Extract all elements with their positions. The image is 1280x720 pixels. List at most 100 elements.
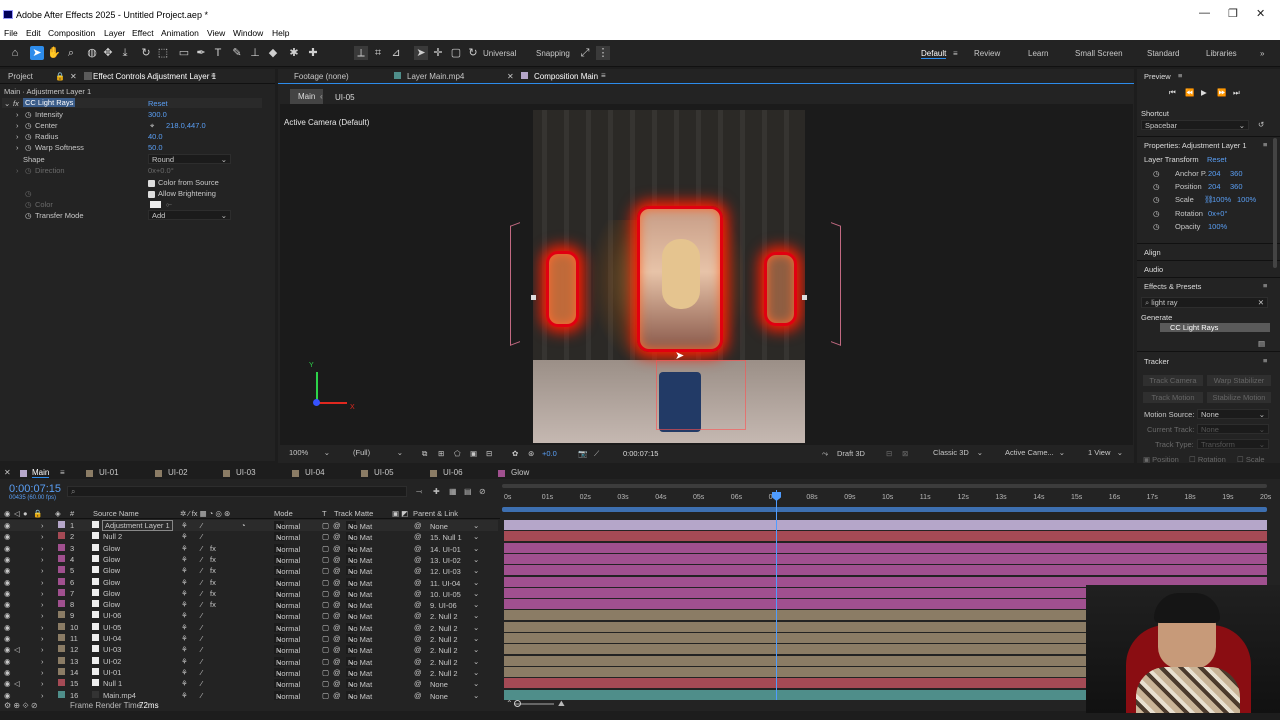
pen-tool-icon[interactable]: ✒: [194, 46, 208, 60]
track-matte-dropdown[interactable]: No Mat ⌄: [346, 667, 372, 678]
view-layout-dropdown[interactable]: 1 View ⌄: [1085, 448, 1125, 459]
parent-pickwhip-icon[interactable]: @: [414, 657, 422, 666]
motion-blur-icon[interactable]: ⊘: [479, 487, 486, 496]
ui-card-right[interactable]: [764, 252, 797, 326]
scale-y-value[interactable]: 100%: [1237, 195, 1256, 204]
layer-name[interactable]: Glow: [103, 544, 120, 553]
layer-row[interactable]: ◉ › 4 Glow ⚘ ⁄ fx Normal ⌄ ▢ @ No Mat ⌄ @13. UI-02 ⌄: [0, 554, 498, 565]
panel-menu-icon[interactable]: ≡: [601, 71, 606, 80]
track-matte-dropdown[interactable]: No Mat ⌄: [346, 679, 372, 689]
workspace-default[interactable]: Default: [921, 49, 947, 59]
close-tab-icon[interactable]: ✕: [70, 72, 77, 81]
visibility-eye-icon[interactable]: ◉: [4, 679, 11, 688]
dolly-tool-icon[interactable]: ⤓: [118, 46, 132, 60]
blend-mode-dropdown[interactable]: Normal ⌄: [274, 532, 300, 542]
shy-switch-icon[interactable]: ⚘: [181, 521, 188, 530]
layer-row[interactable]: ◉ › 1 Adjustment Layer 1 ⚘ ⁄ ◔ Normal ⌄ ▢ @ No Mat…: [0, 520, 498, 531]
stopwatch-icon[interactable]: ◷: [1153, 169, 1160, 178]
rotation-tool-icon[interactable]: ↻: [139, 46, 153, 60]
layer-duration-bar[interactable]: [504, 565, 1267, 576]
visibility-eye-icon[interactable]: ◉: [4, 691, 11, 700]
stopwatch-icon[interactable]: ◷: [1153, 182, 1160, 191]
blend-mode-dropdown[interactable]: Normal ⌄: [274, 566, 300, 576]
scale-icon[interactable]: ▢: [449, 46, 463, 60]
layer-name[interactable]: Adjustment Layer 1: [102, 520, 173, 531]
label-color-swatch[interactable]: [58, 611, 65, 619]
layer-name[interactable]: Glow: [103, 600, 120, 609]
parent-dropdown-chevron-icon[interactable]: ⌄: [473, 611, 479, 620]
stopwatch-icon[interactable]: ◷: [25, 200, 32, 209]
menu-composition[interactable]: Composition: [48, 28, 95, 38]
shy-switch-icon[interactable]: ⚘: [181, 532, 188, 541]
blend-mode-dropdown[interactable]: Normal ⌄: [274, 543, 300, 554]
expand-layer-icon[interactable]: ›: [41, 532, 44, 541]
preserve-transparency-box[interactable]: ▢: [322, 645, 329, 654]
center-value[interactable]: 218.0,447.0: [166, 121, 206, 130]
shy-switch-icon[interactable]: ⚘: [181, 544, 188, 553]
parent-dropdown-chevron-icon[interactable]: ⌄: [473, 566, 479, 575]
stabilize-motion-button[interactable]: Stabilize Motion: [1207, 392, 1271, 403]
breadcrumb-main[interactable]: Main: [290, 89, 324, 104]
effect-switch-icon[interactable]: fx: [210, 566, 216, 575]
local-axis-icon[interactable]: ⊿: [389, 46, 403, 60]
panel-menu-icon[interactable]: ≡: [1263, 140, 1267, 149]
draft-3d-icon[interactable]: ⤳: [822, 449, 828, 459]
quality-switch-icon[interactable]: ⁄: [201, 679, 202, 688]
ui-card-left[interactable]: [546, 251, 579, 327]
universal-label[interactable]: Universal: [483, 49, 516, 58]
track-matte-dropdown[interactable]: No Mat ⌄: [346, 588, 372, 599]
parent-dropdown-chevron-icon[interactable]: ⌄: [473, 544, 479, 553]
track-matte-dropdown[interactable]: No Mat ⌄: [346, 611, 372, 621]
x-axis-gizmo[interactable]: [317, 402, 347, 404]
label-color-swatch[interactable]: [58, 588, 65, 596]
move-icon[interactable]: ✛: [431, 46, 445, 60]
expand-layer-icon[interactable]: ›: [41, 657, 44, 666]
layer-row[interactable]: ◉ › 8 Glow ⚘ ⁄ fx Normal ⌄ ▢ @ No Mat ⌄ @9. UI-06 ⌄: [0, 599, 498, 610]
track-matte-dropdown[interactable]: No Mat ⌄: [346, 554, 372, 565]
expand-effect-icon[interactable]: ⌄: [4, 99, 10, 108]
expand-radius-icon[interactable]: ›: [16, 132, 19, 141]
parent-pickwhip-icon[interactable]: @: [414, 532, 422, 541]
workspace-menu-icon[interactable]: ≡: [953, 49, 958, 58]
quality-switch-icon[interactable]: ⁄: [201, 544, 202, 553]
draft-3d-label[interactable]: Draft 3D: [837, 449, 865, 458]
play-icon[interactable]: ▶: [1201, 88, 1207, 97]
next-frame-icon[interactable]: ⏩: [1217, 88, 1226, 97]
renderer-dropdown[interactable]: Classic 3D ⌄: [930, 448, 985, 459]
pan-behind-tool-icon[interactable]: ⬚: [156, 46, 170, 60]
parent-pickwhip-icon[interactable]: @: [414, 691, 422, 700]
close-tab-icon[interactable]: ✕: [4, 468, 11, 477]
tab-footage[interactable]: Footage (none): [294, 72, 349, 81]
track-camera-button[interactable]: Track Camera: [1143, 375, 1203, 386]
matte-pickwhip-icon[interactable]: @: [333, 555, 341, 564]
stopwatch-icon[interactable]: ◷: [25, 132, 32, 141]
shy-switch-icon[interactable]: ⚘: [181, 657, 188, 666]
shy-switch-icon[interactable]: ⚘: [181, 566, 188, 575]
rotate-icon[interactable]: ↻: [466, 46, 480, 60]
visibility-eye-icon[interactable]: ◉: [4, 600, 11, 609]
rectangle-tool-icon[interactable]: ▭: [177, 46, 191, 60]
expand-layer-icon[interactable]: ›: [41, 589, 44, 598]
quality-switch-icon[interactable]: ⁄: [201, 600, 202, 609]
menu-layer[interactable]: Layer: [104, 28, 125, 38]
blend-mode-dropdown[interactable]: Normal ⌄: [274, 577, 300, 588]
preserve-transparency-box[interactable]: ▢: [322, 668, 329, 677]
expand-direction-icon[interactable]: ›: [16, 166, 19, 175]
timeline-zoom-handle[interactable]: [514, 700, 521, 707]
preserve-transparency-box[interactable]: ▢: [322, 555, 329, 564]
matte-pickwhip-icon[interactable]: @: [333, 668, 341, 677]
label-color-swatch[interactable]: [58, 667, 65, 675]
shy-switch-icon[interactable]: ⚘: [181, 679, 188, 688]
timeline-tab-ui06[interactable]: UI-06: [443, 468, 463, 477]
parent-dropdown-chevron-icon[interactable]: ⌄: [473, 668, 479, 677]
frame-blending-icon[interactable]: ▤: [464, 487, 472, 496]
visibility-eye-icon[interactable]: ◉: [4, 634, 11, 643]
parent-dropdown-chevron-icon[interactable]: ⌄: [473, 532, 479, 541]
visibility-eye-icon[interactable]: ◉: [4, 645, 11, 654]
parent-pickwhip-icon[interactable]: @: [414, 668, 422, 677]
timeline-tab-ui05[interactable]: UI-05: [374, 468, 394, 477]
expand-warp-softness-icon[interactable]: ›: [16, 143, 19, 152]
workspace-libraries[interactable]: Libraries: [1206, 49, 1237, 58]
eyedropper-icon[interactable]: ⟜: [166, 200, 172, 210]
timeline-tab-main[interactable]: Main: [32, 468, 50, 478]
